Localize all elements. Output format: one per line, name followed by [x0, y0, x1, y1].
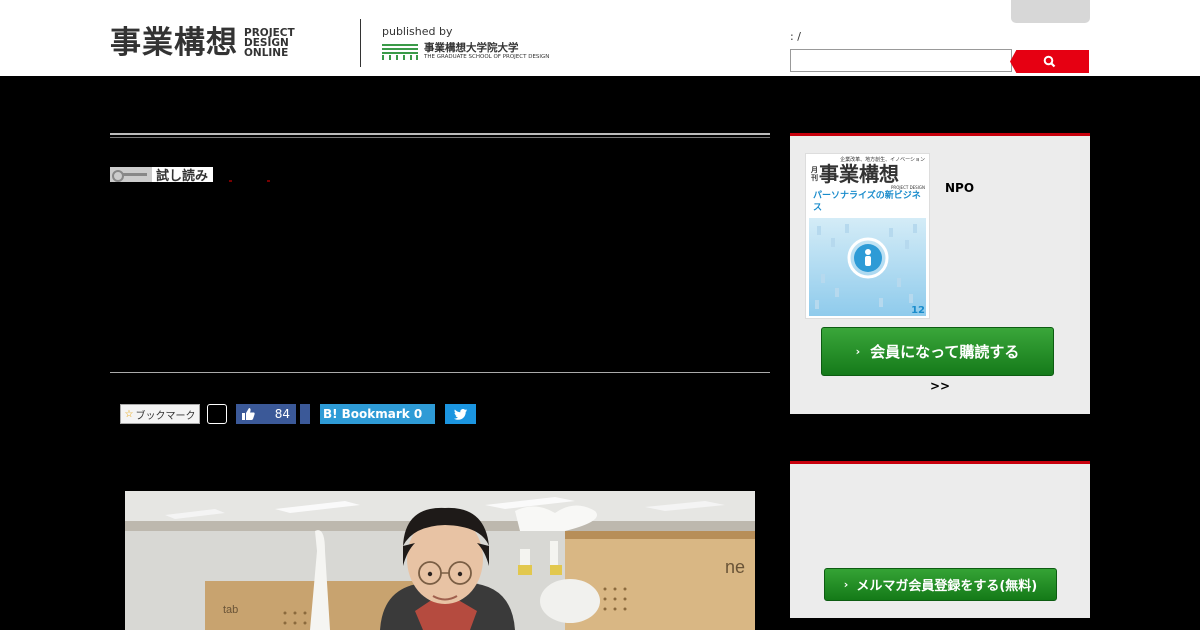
facebook-like-tab [300, 404, 310, 424]
photo-sign-2: tab [223, 604, 238, 616]
more-link[interactable]: >> [930, 379, 950, 393]
article-top-rule [110, 133, 770, 138]
logo-english: PROJECT DESIGN ONLINE [244, 28, 295, 59]
header-tab-button[interactable] [1011, 0, 1090, 23]
twitter-bird-icon [454, 408, 467, 420]
magazine-title: 事業構想 [819, 162, 899, 186]
thumbs-up-icon [242, 408, 255, 420]
logo-en-line-3: ONLINE [244, 47, 289, 59]
newsletter-signup-button[interactable]: › メルマガ会員登録をする(無料) [824, 568, 1057, 601]
published-by-label: published by [382, 25, 453, 38]
chevron-right-icon: › [855, 345, 861, 358]
chevron-right-icon: › [843, 578, 849, 591]
bookmark-count-bubble [207, 404, 227, 424]
key-icon [110, 167, 152, 182]
site-header: 事業構想 PROJECT DESIGN ONLINE published by … [0, 0, 1200, 76]
magazine-issue-label: 月刊 [811, 166, 818, 182]
trial-read-badge: 試し読み [110, 167, 213, 184]
magazine-cover-art [809, 218, 926, 316]
header-divider [360, 19, 361, 67]
site-logo[interactable]: 事業構想 PROJECT DESIGN ONLINE [110, 24, 295, 62]
newsletter-panel: › メルマガ会員登録をする(無料) [790, 461, 1090, 618]
magazine-feature: パーソナライズの新ビジネス [813, 191, 921, 213]
article-photo-illustration: ne tab [125, 491, 755, 630]
trial-read-label: 試し読み [156, 169, 209, 184]
magazine-cover[interactable]: 企業改革、地方創生、イノベーション 月刊 事業構想 PROJECT DESIGN… [805, 153, 930, 319]
hatena-bookmark-label: Bookmark 0 [341, 407, 423, 421]
search-button[interactable] [1010, 50, 1089, 73]
star-icon: ☆ [124, 408, 134, 420]
article-photo: ne tab [125, 491, 755, 630]
search-icon [1043, 55, 1056, 68]
subscribe-button-label: 会員になって購読する [870, 343, 1020, 361]
magazine-panel: 企業改革、地方創生、イノベーション 月刊 事業構想 PROJECT DESIGN… [790, 133, 1090, 414]
hatena-b-icon: B! [323, 407, 338, 421]
bookmark-button[interactable]: ☆ ブックマーク [120, 404, 200, 424]
photo-sign-1: ne [725, 557, 745, 577]
newsletter-signup-label: メルマガ会員登録をする(無料) [856, 579, 1038, 594]
publisher-name-en: THE GRADUATE SCHOOL OF PROJECT DESIGN [424, 54, 550, 60]
search-input[interactable] [790, 49, 1012, 72]
red-dot-marker [229, 180, 232, 182]
npo-label: NPO [945, 181, 975, 195]
publisher-block[interactable]: published by 事業構想大学院大学 THE GRADUATE SCHO… [382, 25, 549, 61]
twitter-share-button[interactable] [445, 404, 476, 424]
magazine-art-figures [815, 224, 917, 309]
bookmark-label: ブックマーク [135, 410, 196, 422]
like-count: 84 [274, 407, 290, 421]
facebook-like-button[interactable]: 84 [236, 404, 296, 424]
publisher-logo-mark [382, 44, 418, 60]
publisher-name-jp: 事業構想大学院大学 [424, 42, 519, 54]
subscribe-button[interactable]: › 会員になって購読する [821, 327, 1054, 376]
magazine-issue-number: 12 [911, 305, 925, 316]
red-dot-marker [267, 180, 270, 182]
hatena-bookmark-button[interactable]: B! Bookmark 0 [320, 404, 435, 424]
date-line: : / [790, 30, 801, 43]
logo-kanji: 事業構想 [110, 25, 238, 61]
article-divider [110, 372, 770, 373]
